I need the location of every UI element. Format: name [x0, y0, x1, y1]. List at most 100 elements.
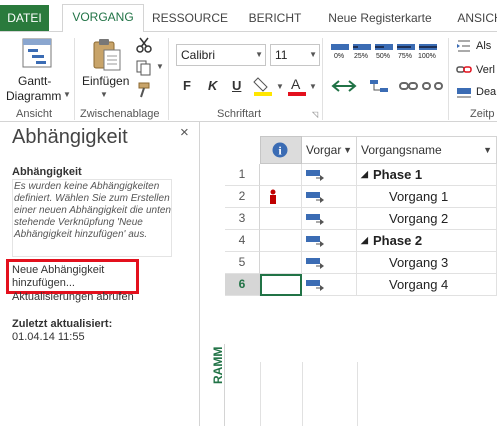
- indicator-cell[interactable]: [260, 274, 302, 296]
- indicator-cell[interactable]: [260, 164, 302, 186]
- percent-50-icon[interactable]: [375, 42, 393, 52]
- font-size-value: 11: [275, 48, 288, 62]
- close-icon[interactable]: ×: [180, 124, 189, 141]
- group-label-clipboard: Zwischenablage: [80, 108, 160, 120]
- schedule-item-label[interactable]: Dea: [476, 86, 496, 98]
- tab-report[interactable]: BERICHT: [240, 6, 310, 32]
- underline-button[interactable]: U: [232, 78, 241, 93]
- column-divider: [302, 362, 303, 426]
- info-icon: i: [272, 142, 288, 158]
- resource-person-icon: [270, 189, 276, 204]
- auto-scheduled-icon: [306, 170, 324, 181]
- task-mode-cell[interactable]: [302, 252, 357, 274]
- task-mode-cell[interactable]: [302, 164, 357, 186]
- task-mode-column-header[interactable]: Vorgar ▼: [302, 136, 357, 164]
- tab-resource[interactable]: RESSOURCE: [150, 6, 230, 32]
- respect-links-icon[interactable]: [368, 76, 390, 96]
- row-number[interactable]: 3: [225, 208, 260, 230]
- row-number[interactable]: 5: [225, 252, 260, 274]
- indicator-cell[interactable]: [260, 186, 302, 208]
- ribbon-tab-bar: DATEI VORGANG RESSOURCE BERICHT Neue Reg…: [0, 0, 497, 33]
- task-name[interactable]: Vorgang 2: [357, 208, 497, 230]
- chevron-down-icon: ▼: [156, 62, 164, 71]
- row-number[interactable]: 6: [225, 274, 260, 296]
- group-label-view: Ansicht: [16, 108, 53, 120]
- row-number[interactable]: 2: [225, 186, 260, 208]
- unlink-tasks-icon[interactable]: [422, 76, 444, 96]
- auto-scheduled-icon: [306, 280, 324, 291]
- task-name-text: Vorgang 2: [389, 211, 449, 226]
- summary-task-name[interactable]: ◢ Phase 1: [357, 164, 497, 186]
- tab-view[interactable]: ANSICH: [450, 6, 497, 32]
- task-name-column-header[interactable]: Vorgangsname ▼: [357, 136, 497, 164]
- percent-label: 0%: [334, 53, 345, 60]
- task-name-text: Phase 1: [373, 167, 423, 182]
- percent-25-icon[interactable]: [353, 42, 371, 52]
- chevron-down-icon: ▼: [309, 82, 317, 91]
- schedule-item-label[interactable]: Als: [476, 40, 491, 52]
- indicator-cell[interactable]: [260, 208, 302, 230]
- task-name[interactable]: Vorgang 1: [357, 186, 497, 208]
- add-dependency-link[interactable]: Neue Abhängigkeit hinzufügen...: [12, 264, 137, 290]
- mark-on-track-icon[interactable]: [331, 76, 357, 96]
- highlight-color-icon[interactable]: [253, 75, 275, 97]
- deactivate-icon[interactable]: [456, 84, 472, 100]
- indicator-cell[interactable]: [260, 252, 302, 274]
- task-mode-cell[interactable]: [302, 208, 357, 230]
- collapse-triangle-icon[interactable]: ◢: [361, 164, 368, 185]
- schedule-item-label[interactable]: Verl: [476, 64, 495, 76]
- task-name[interactable]: Vorgang 3: [357, 252, 497, 274]
- format-painter-icon[interactable]: [136, 82, 152, 98]
- task-grid: i Vorgar ▼ Vorgangsname ▼ 1 ◢ Phase 1 2 Vorg…: [201, 122, 497, 426]
- column-divider: [357, 362, 358, 426]
- auto-scheduled-icon: [306, 214, 324, 225]
- group-separator: [322, 38, 323, 120]
- refresh-updates-link[interactable]: Aktualisierungen abrufen: [12, 291, 134, 303]
- row-number[interactable]: 1: [225, 164, 260, 186]
- summary-task-name[interactable]: ◢ Phase 2: [357, 230, 497, 252]
- percent-0-icon[interactable]: [331, 42, 349, 52]
- indicator-column-header[interactable]: i: [260, 136, 302, 164]
- group-separator: [448, 38, 449, 120]
- cut-icon[interactable]: [136, 37, 152, 53]
- auto-scheduled-icon: [306, 258, 324, 269]
- group-separator: [168, 38, 169, 120]
- pane-section-heading: Abhängigkeit: [12, 166, 82, 178]
- column-divider: [260, 362, 261, 426]
- last-updated-heading: Zuletzt aktualisiert:: [12, 318, 113, 330]
- bold-button[interactable]: F: [183, 78, 191, 93]
- font-color-icon[interactable]: A: [287, 75, 307, 97]
- percent-75-icon[interactable]: [397, 42, 415, 52]
- task-name-text: Vorgang 3: [389, 255, 449, 270]
- link-tasks-icon[interactable]: [398, 76, 420, 96]
- gantt-label-line2: Diagramm: [6, 89, 62, 103]
- font-size-select[interactable]: 11 ▼: [270, 44, 320, 66]
- task-name[interactable]: Vorgang 4: [357, 274, 497, 296]
- italic-button[interactable]: K: [208, 78, 217, 93]
- chevron-down-icon: ▼: [276, 82, 284, 91]
- percent-100-icon[interactable]: [419, 42, 437, 52]
- collapse-triangle-icon[interactable]: ◢: [361, 230, 368, 251]
- pane-title: Abhängigkeit: [12, 126, 128, 148]
- tab-new[interactable]: Neue Registerkarte: [318, 6, 442, 32]
- group-separator: [74, 38, 75, 120]
- chevron-down-icon: ▼: [483, 145, 492, 155]
- task-mode-cell[interactable]: [302, 274, 357, 296]
- paste-label: Einfügen: [82, 74, 130, 88]
- indicator-cell[interactable]: [260, 230, 302, 252]
- tab-task[interactable]: VORGANG: [62, 4, 144, 33]
- ribbon: Gantt- Diagramm ▼ Ansicht Einfügen ▼ ▼ Z…: [0, 32, 497, 122]
- task-mode-cell[interactable]: [302, 186, 357, 208]
- copy-icon[interactable]: [136, 60, 154, 76]
- percent-label: 100%: [418, 53, 436, 60]
- task-mode-cell[interactable]: [302, 230, 357, 252]
- auto-scheduled-icon: [306, 236, 324, 247]
- task-name-text: Vorgang 4: [389, 277, 449, 292]
- dialog-launcher-icon[interactable]: ◹: [312, 110, 318, 119]
- font-name-select[interactable]: Calibri ▼: [176, 44, 266, 66]
- indent-icon[interactable]: [456, 38, 472, 54]
- tab-file[interactable]: DATEI: [0, 5, 49, 31]
- row-number[interactable]: 4: [225, 230, 260, 252]
- group-label-schedule: Zeitp: [470, 108, 495, 120]
- link-icon[interactable]: [456, 62, 472, 78]
